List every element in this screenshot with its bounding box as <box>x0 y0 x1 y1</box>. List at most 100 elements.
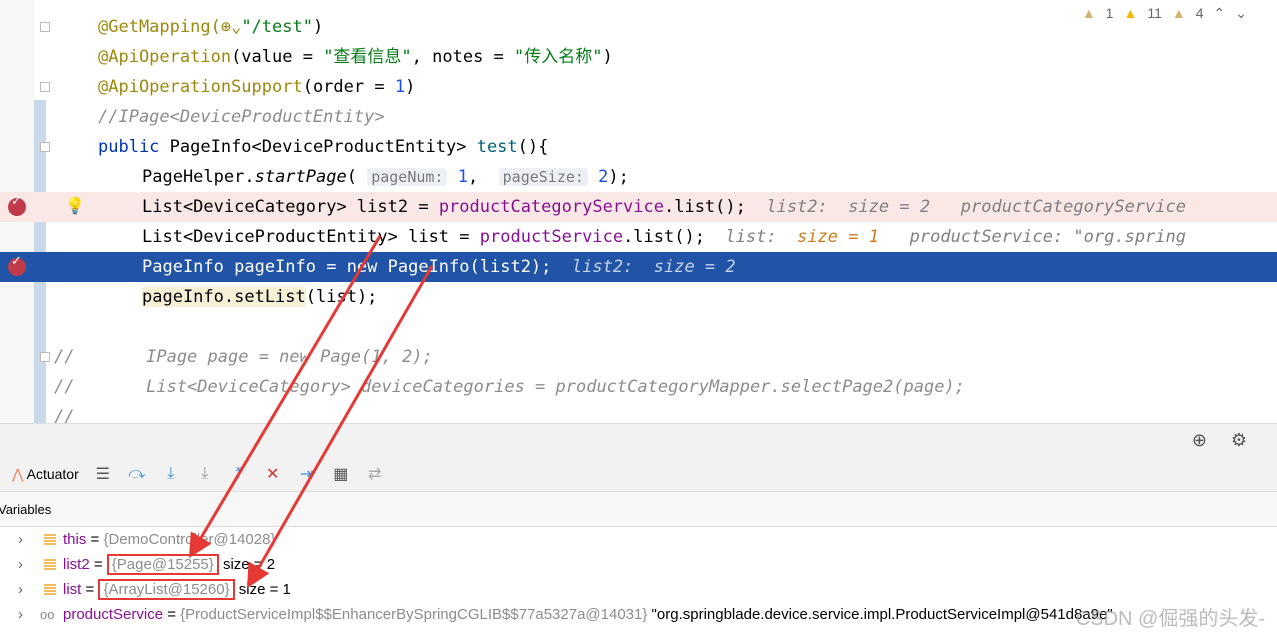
variable-value: size = 2 <box>218 556 276 573</box>
code-token: @ApiOperationSupport <box>98 77 303 97</box>
code-token: ) <box>602 47 613 67</box>
variable-name: this <box>63 531 87 548</box>
warning-icon: ▲ <box>1123 5 1138 21</box>
code-line[interactable]: List<DeviceProductEntity> list = product… <box>0 222 1277 252</box>
code-line[interactable]: @ApiOperationSupport(order = 1) <box>0 72 1277 102</box>
code-token: PageHelper. <box>142 167 255 187</box>
code-token: (list); <box>305 287 378 307</box>
code-line[interactable] <box>0 312 1277 342</box>
code-text: // <box>54 402 74 423</box>
code-token: // IPage page = new Page(1, 2); <box>54 347 433 367</box>
code-token: , notes = <box>411 47 515 67</box>
inline-value-hint: list: <box>725 227 798 247</box>
variable-text: list = {ArrayList@15260} size = 1 <box>63 579 291 600</box>
variable-text: this = {DemoController@14028} <box>63 531 276 548</box>
step-out-icon[interactable]: ⤒ <box>229 465 249 483</box>
inspections-widget[interactable]: ▲ 1 ▲ 11 ▲ 4 ⌃ ⌄ <box>1082 5 1247 22</box>
field-icon <box>44 534 56 545</box>
variable-ref: {ArrayList@15260} <box>98 579 235 600</box>
code-token: List<DeviceCategory> list2 = <box>142 197 439 217</box>
code-text: PageInfo pageInfo = new PageInfo(list2);… <box>142 252 736 282</box>
actuator-tab[interactable]: ⋀ Actuator <box>12 466 79 483</box>
code-text: //IPage<DeviceProductEntity> <box>98 102 385 132</box>
code-token: startPage <box>254 167 347 187</box>
code-line[interactable]: @ApiOperation(value = "查看信息", notes = "传… <box>0 42 1277 72</box>
code-token: pageSize: <box>498 168 588 186</box>
chevron-down-icon[interactable]: ⌄ <box>1235 5 1247 22</box>
force-step-into-icon[interactable]: ⤓ <box>195 465 215 483</box>
fold-icon[interactable] <box>40 352 50 362</box>
debug-top-bar: ⊕ ⚙ <box>0 423 1277 457</box>
code-text: List<DeviceProductEntity> list = product… <box>142 222 1186 252</box>
breakpoint-icon[interactable] <box>8 193 26 216</box>
expand-chevron-icon[interactable]: › <box>18 602 23 627</box>
gear-icon[interactable]: ⚙ <box>1231 430 1247 451</box>
variable-ref: {ProductServiceImpl$$EnhancerBySpringCGL… <box>180 606 648 623</box>
chevron-up-icon[interactable]: ⌃ <box>1214 5 1226 22</box>
crosshair-icon[interactable]: ⊕ <box>1192 430 1207 451</box>
breakpoint-icon[interactable] <box>8 253 26 276</box>
code-line[interactable]: PageInfo pageInfo = new PageInfo(list2);… <box>0 252 1277 282</box>
code-token: "传入名称" <box>514 47 603 67</box>
code-text: @ApiOperation(value = "查看信息", notes = "传… <box>98 42 613 72</box>
code-token: ); <box>608 167 629 187</box>
code-token: (value = <box>231 47 324 67</box>
fold-icon[interactable] <box>40 82 50 92</box>
code-token: "查看信息" <box>323 47 412 67</box>
code-token: 2 <box>587 167 609 187</box>
variable-value: size = 1 <box>234 581 291 598</box>
code-token: pageNum: <box>367 168 448 186</box>
code-token: .list(); <box>623 227 726 247</box>
variable-row[interactable]: › this = {DemoController@14028} <box>0 527 1277 552</box>
code-token: public <box>98 137 170 157</box>
code-token: @ApiOperation <box>98 47 232 67</box>
watermark: CSDN @倔强的头发- <box>1075 608 1265 630</box>
trace-icon[interactable]: ⇄ <box>365 464 385 484</box>
code-token: "/test" <box>241 17 313 37</box>
code-token: ) <box>312 17 324 37</box>
code-text: @ApiOperationSupport(order = 1) <box>98 72 415 102</box>
step-into-icon[interactable]: ⤓ <box>161 465 181 483</box>
evaluate-icon[interactable]: ▦ <box>331 464 351 484</box>
code-token: ⊕⌄ <box>220 17 242 37</box>
code-line[interactable]: // IPage page = new Page(1, 2); <box>0 342 1277 372</box>
code-line[interactable]: // List<DeviceCategory> deviceCategories… <box>0 372 1277 402</box>
code-token: test <box>476 137 518 157</box>
expand-chevron-icon[interactable]: › <box>18 527 23 552</box>
code-line[interactable]: List<DeviceCategory> list2 = productCate… <box>0 192 1277 222</box>
code-line[interactable]: PageHelper.startPage( pageNum: 1, pageSi… <box>0 162 1277 192</box>
inline-value-hint: productService: "org.spring <box>878 227 1187 247</box>
inline-value-hint: list2: size = 2 <box>571 257 736 277</box>
variables-header: Variables <box>0 492 1277 527</box>
variable-ref: {DemoController@14028} <box>103 531 276 548</box>
step-over-icon[interactable]: ⤼ <box>127 465 147 483</box>
field-icon <box>44 584 56 595</box>
fold-icon[interactable] <box>40 142 50 152</box>
code-line[interactable]: // <box>0 402 1277 423</box>
code-line[interactable]: //IPage<DeviceProductEntity> <box>0 102 1277 132</box>
variable-row[interactable]: › list2 = {Page@15255} size = 2 <box>0 552 1277 577</box>
variable-text: productService = {ProductServiceImpl$$En… <box>63 606 1113 623</box>
code-token: productService <box>479 227 624 247</box>
code-token: PageInfo pageInfo = new PageInfo(list2); <box>142 257 572 277</box>
watch-icon: oo <box>40 607 55 622</box>
expand-chevron-icon[interactable]: › <box>18 577 23 602</box>
frames-icon[interactable]: ☰ <box>93 464 113 484</box>
code-text: // IPage page = new Page(1, 2); <box>54 342 433 372</box>
run-to-cursor-icon[interactable]: ⇥ <box>297 464 317 484</box>
typo-icon: ▲ <box>1171 5 1186 21</box>
lightbulb-icon[interactable]: 💡 <box>65 196 85 216</box>
expand-chevron-icon[interactable]: › <box>18 552 23 577</box>
fold-icon[interactable] <box>40 22 50 32</box>
debug-toolbar: ⋀ Actuator ☰ ⤼ ⤓ ⤓ ⤒ ✕ ⇥ ▦ ⇄ <box>0 457 1277 492</box>
variable-name: list2 <box>63 556 90 573</box>
drop-frame-icon[interactable]: ✕ <box>263 464 283 484</box>
code-line[interactable]: pageInfo.setList(list); <box>0 282 1277 312</box>
code-editor[interactable]: @GetMapping(⊕⌄"/test") @ApiOperation(valu… <box>0 0 1277 423</box>
code-line[interactable]: public PageInfo<DeviceProductEntity> tes… <box>0 132 1277 162</box>
code-text: public PageInfo<DeviceProductEntity> tes… <box>98 132 548 162</box>
code-text: PageHelper.startPage( pageNum: 1, pageSi… <box>142 162 629 192</box>
variable-row[interactable]: › list = {ArrayList@15260} size = 1 <box>0 577 1277 602</box>
code-token: pageInfo.setList <box>142 287 306 307</box>
inline-value-hint: list2: size = 2 productCategoryService <box>766 197 1186 217</box>
